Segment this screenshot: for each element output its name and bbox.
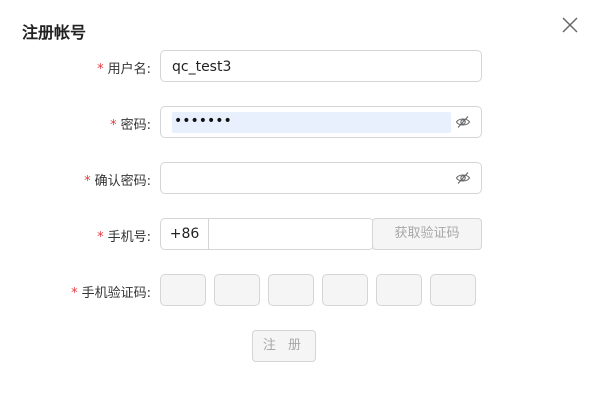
dialog-title: 注册帐号 <box>22 23 87 42</box>
close-icon[interactable] <box>561 16 579 34</box>
confirm-password-field[interactable] <box>160 162 482 194</box>
required-mark: * <box>110 118 117 133</box>
password-label: * 密码: <box>110 118 151 133</box>
required-mark: * <box>71 286 78 301</box>
password-field[interactable]: ••••••• <box>160 106 482 138</box>
register-button[interactable]: 注 册 <box>252 330 316 362</box>
username-field[interactable]: qc_test3 <box>160 50 482 82</box>
sms-code-label: * 手机验证码: <box>71 286 151 301</box>
get-code-button[interactable]: 获取验证码 <box>372 218 482 250</box>
country-code-prefix: +86 <box>161 219 209 249</box>
required-mark: * <box>97 230 104 245</box>
sms-code-cell-5[interactable] <box>376 274 422 306</box>
eye-off-icon[interactable] <box>455 170 471 186</box>
eye-off-icon[interactable] <box>455 114 471 130</box>
required-mark: * <box>97 62 104 77</box>
register-dialog: 注册帐号 * 用户名: qc_test3 * 密码: ••••••• * 确认密码: <box>0 0 598 406</box>
confirm-password-label: * 确认密码: <box>84 174 151 189</box>
phone-label: * 手机号: <box>97 230 151 245</box>
sms-code-cell-6[interactable] <box>430 274 476 306</box>
password-autofill-highlight: ••••••• <box>172 112 451 133</box>
required-mark: * <box>84 174 91 189</box>
phone-field[interactable]: +86 <box>160 218 374 250</box>
sms-code-cell-1[interactable] <box>160 274 206 306</box>
username-value: qc_test3 <box>172 59 232 75</box>
sms-code-cell-2[interactable] <box>214 274 260 306</box>
username-label: * 用户名: <box>97 62 151 77</box>
sms-code-cell-4[interactable] <box>322 274 368 306</box>
sms-code-cell-3[interactable] <box>268 274 314 306</box>
password-value: ••••••• <box>174 113 232 129</box>
